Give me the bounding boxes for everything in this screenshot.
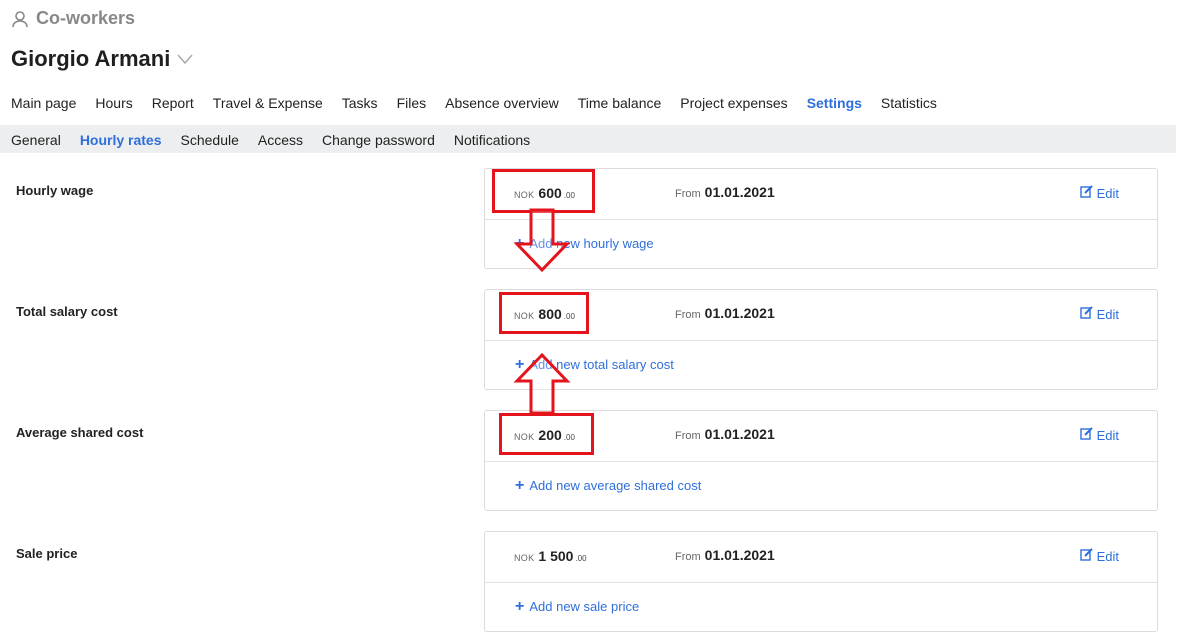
tab-change-password[interactable]: Change password [322, 132, 435, 148]
nav-statistics[interactable]: Statistics [881, 95, 937, 111]
edit-button[interactable]: Edit [1079, 548, 1119, 564]
nav-travel-expense[interactable]: Travel & Expense [213, 95, 323, 111]
employee-name: Giorgio Armani [11, 46, 171, 71]
edit-label: Edit [1096, 427, 1119, 443]
edit-icon [1079, 185, 1093, 201]
edit-icon [1079, 306, 1093, 322]
user-icon [11, 10, 29, 28]
edit-label: Edit [1096, 185, 1119, 201]
add-sale-price-link[interactable]: + Add new sale price [515, 598, 640, 615]
section-label-sale-price: Sale price [16, 546, 78, 561]
rate-card-sale-price: NOK 1 500 .00 From 01.01.2021 Edit + Add… [484, 531, 1158, 632]
nav-report[interactable]: Report [152, 95, 194, 111]
rate-amount: NOK 1 500 .00 [514, 548, 587, 564]
rate-row: NOK 1 500 .00 From 01.01.2021 Edit [485, 532, 1157, 583]
chevron-down-icon[interactable] [176, 53, 194, 65]
breadcrumb-label: Co-workers [36, 8, 136, 28]
main-nav: Main page Hours Report Travel & Expense … [11, 95, 937, 111]
from-label: From [675, 188, 701, 200]
rate-row: NOK 200 .00 From 01.01.2021 Edit [485, 411, 1157, 462]
valid-from: From 01.01.2021 [675, 547, 775, 563]
edit-button[interactable]: Edit [1079, 427, 1119, 443]
amount-value: 1 500 [538, 548, 574, 564]
from-date: 01.01.2021 [704, 547, 775, 563]
plus-icon: + [515, 477, 525, 494]
nav-files[interactable]: Files [397, 95, 427, 111]
edit-button[interactable]: Edit [1079, 306, 1119, 322]
edit-icon [1079, 548, 1093, 564]
tab-schedule[interactable]: Schedule [181, 132, 239, 148]
rate-amount: NOK 800 .00 [514, 306, 575, 322]
tab-hourly-rates[interactable]: Hourly rates [80, 132, 162, 148]
from-date: 01.01.2021 [704, 305, 775, 321]
from-date: 01.01.2021 [704, 426, 775, 442]
rate-amount: NOK 200 .00 [514, 427, 575, 443]
section-label-hourly-wage: Hourly wage [16, 183, 94, 198]
valid-from: From 01.01.2021 [675, 184, 775, 200]
tab-access[interactable]: Access [258, 132, 303, 148]
valid-from: From 01.01.2021 [675, 305, 775, 321]
nav-tasks[interactable]: Tasks [342, 95, 378, 111]
nav-time-balance[interactable]: Time balance [578, 95, 662, 111]
amount-decimals: .00 [575, 554, 587, 563]
amount-value: 200 [538, 427, 562, 443]
add-label: Add new total salary cost [529, 357, 674, 372]
rate-row: NOK 800 .00 From 01.01.2021 Edit [485, 290, 1157, 341]
add-hourly-wage-link[interactable]: + Add new hourly wage [515, 235, 654, 252]
amount-decimals: .00 [563, 312, 575, 321]
tab-notifications[interactable]: Notifications [454, 132, 530, 148]
from-label: From [675, 551, 701, 563]
tab-general[interactable]: General [11, 132, 61, 148]
nav-project-expenses[interactable]: Project expenses [680, 95, 787, 111]
add-label: Add new average shared cost [529, 478, 702, 493]
from-date: 01.01.2021 [704, 184, 775, 200]
amount-decimals: .00 [563, 433, 575, 442]
amount-value: 800 [538, 306, 562, 322]
rate-row: NOK 600 .00 From 01.01.2021 Edit [485, 169, 1157, 220]
nav-hours[interactable]: Hours [95, 95, 132, 111]
currency: NOK [514, 311, 535, 321]
add-average-shared-cost-link[interactable]: + Add new average shared cost [515, 477, 702, 494]
amount-decimals: .00 [563, 191, 575, 200]
rate-card-total-salary-cost: NOK 800 .00 From 01.01.2021 Edit + Add n… [484, 289, 1158, 390]
add-label: Add new sale price [529, 599, 640, 614]
plus-icon: + [515, 598, 525, 615]
add-label: Add new hourly wage [529, 236, 654, 251]
valid-from: From 01.01.2021 [675, 426, 775, 442]
nav-main-page[interactable]: Main page [11, 95, 76, 111]
add-total-salary-cost-link[interactable]: + Add new total salary cost [515, 356, 674, 373]
nav-settings[interactable]: Settings [807, 95, 862, 111]
breadcrumb[interactable]: Co-workers [11, 8, 135, 29]
plus-icon: + [515, 235, 525, 252]
rate-amount: NOK 600 .00 [514, 185, 575, 201]
currency: NOK [514, 190, 535, 200]
section-label-average-shared-cost: Average shared cost [16, 425, 144, 440]
settings-subnav: General Hourly rates Schedule Access Cha… [11, 132, 530, 148]
edit-label: Edit [1096, 306, 1119, 322]
employee-selector[interactable]: Giorgio Armani [11, 46, 194, 72]
edit-icon [1079, 427, 1093, 443]
currency: NOK [514, 553, 535, 563]
nav-absence-overview[interactable]: Absence overview [445, 95, 559, 111]
from-label: From [675, 309, 701, 321]
from-label: From [675, 430, 701, 442]
rate-card-average-shared-cost: NOK 200 .00 From 01.01.2021 Edit + Add n… [484, 410, 1158, 511]
section-label-total-salary-cost: Total salary cost [16, 304, 118, 319]
currency: NOK [514, 432, 535, 442]
edit-label: Edit [1096, 548, 1119, 564]
amount-value: 600 [538, 185, 562, 201]
plus-icon: + [515, 356, 525, 373]
edit-button[interactable]: Edit [1079, 185, 1119, 201]
rate-card-hourly-wage: NOK 600 .00 From 01.01.2021 Edit + Add n… [484, 168, 1158, 269]
